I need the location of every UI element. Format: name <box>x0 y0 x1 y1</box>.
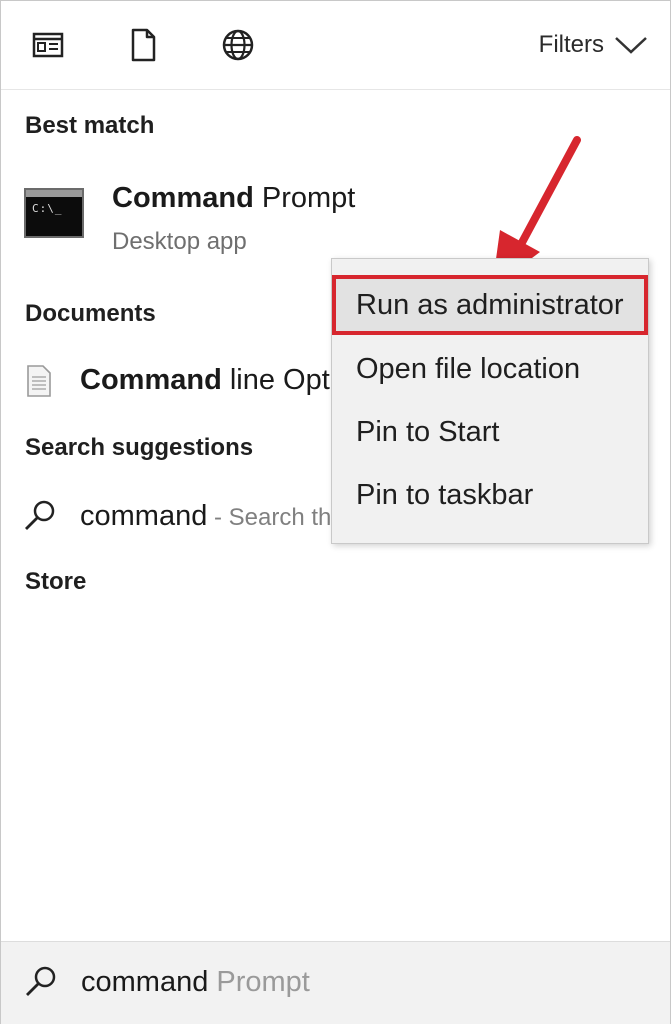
pin-to-taskbar-item[interactable]: Pin to taskbar <box>332 465 648 525</box>
app-subtitle: Desktop app <box>112 228 247 255</box>
best-match-heading: Best match <box>25 112 155 139</box>
web-suggestion-item[interactable]: command - Search th <box>22 494 352 542</box>
chevron-down-icon <box>615 37 647 54</box>
text-file-icon <box>27 365 51 397</box>
document-result[interactable]: Command line Opt <box>24 360 354 404</box>
context-menu: Run as administrator Open file location … <box>331 258 649 544</box>
search-suggestions-heading: Search suggestions <box>25 434 254 461</box>
store-heading: Store <box>25 568 87 595</box>
suggestion-text: command - Search th <box>80 500 332 532</box>
command-prompt-icon: C:\_ <box>24 188 84 238</box>
globe-icon[interactable] <box>220 27 256 63</box>
filter-toolbar: Filters <box>1 1 670 90</box>
app-name: Command Prompt <box>112 182 356 214</box>
open-file-location-item[interactable]: Open file location <box>332 339 648 399</box>
run-as-administrator-item[interactable]: Run as administrator <box>332 275 648 335</box>
documents-heading: Documents <box>25 300 156 327</box>
search-input[interactable]: command Prompt <box>81 966 310 999</box>
pin-to-start-item[interactable]: Pin to Start <box>332 402 648 462</box>
search-icon <box>25 500 55 530</box>
document-icon[interactable] <box>125 27 161 63</box>
filters-dropdown[interactable]: Filters <box>539 29 648 61</box>
search-box[interactable]: command Prompt <box>1 941 670 1024</box>
filters-label: Filters <box>538 31 604 58</box>
apps-icon[interactable] <box>30 27 66 63</box>
document-name: Command line Opt <box>80 364 330 396</box>
search-icon <box>26 966 56 996</box>
